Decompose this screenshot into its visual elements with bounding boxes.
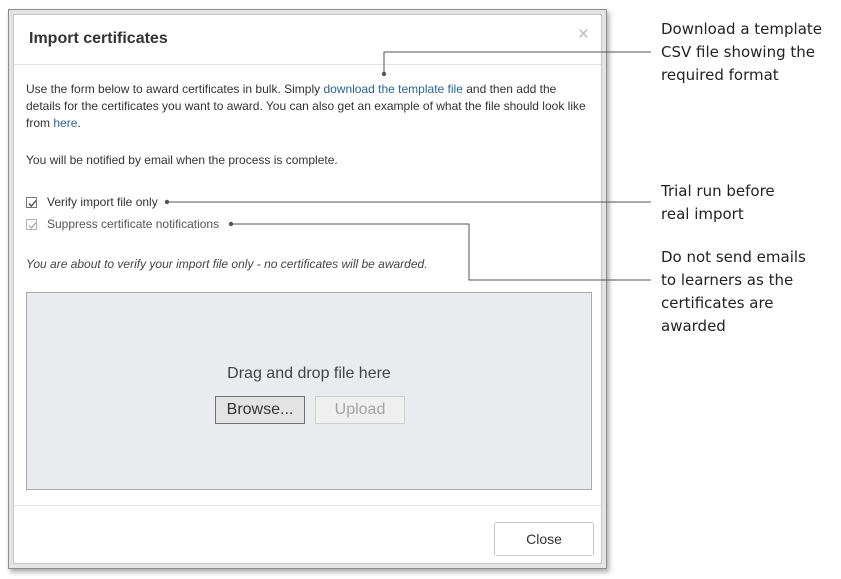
callout-suppress-emails: Do not send emails to learners as the ce… — [661, 248, 806, 335]
emails-leader-dot — [228, 221, 234, 227]
callout-trial-run: Trial run before real import — [661, 182, 775, 223]
emails-leader-line — [231, 223, 651, 281]
template-leader-dot — [381, 71, 387, 77]
callout-template: Download a template CSV file showing the… — [661, 20, 823, 84]
template-leader-line — [383, 51, 651, 73]
trial-leader-dot — [164, 199, 170, 205]
